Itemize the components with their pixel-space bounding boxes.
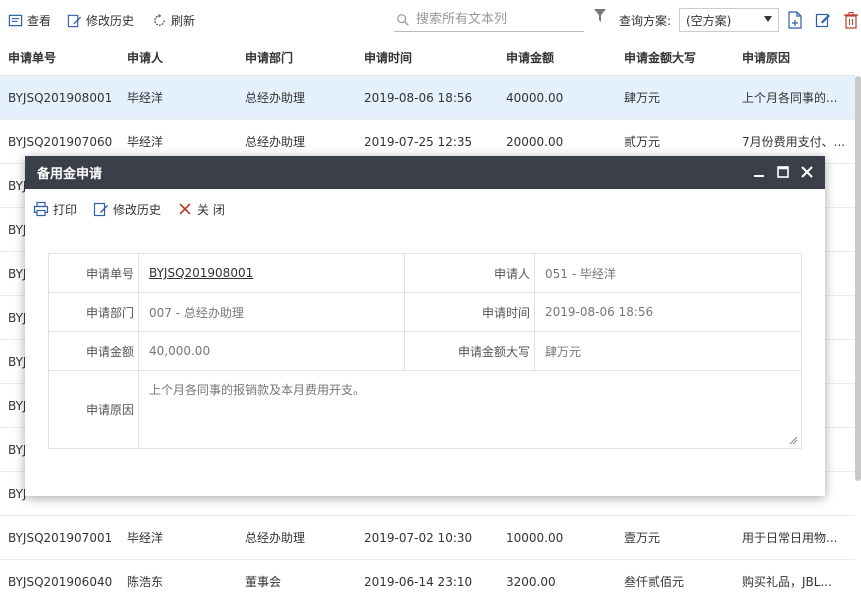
edit-icon[interactable] (815, 11, 831, 29)
delete-icon[interactable] (843, 11, 859, 29)
form-row: 申请金额 40,000.00 申请金额大写 肆万元 (49, 332, 801, 371)
print-button[interactable]: 打印 (33, 201, 77, 218)
table-cell: 叁仟贰佰元 (624, 575, 685, 589)
history-label: 修改历史 (86, 13, 135, 28)
search-input[interactable] (410, 12, 575, 27)
table-cell: 总经办助理 (245, 91, 306, 105)
applicant-value: 051 - 毕经洋 (545, 266, 616, 281)
edit-history-icon (93, 202, 109, 217)
filter-icon[interactable] (594, 9, 606, 23)
reason-value: 上个月各同事的报销款及本月费用开支。 (149, 383, 366, 397)
query-scheme-select[interactable]: (空方案) (679, 8, 779, 32)
form-row: 申请单号 BYJSQ201908001 申请人 051 - 毕经洋 (49, 254, 801, 293)
column-header[interactable]: 申请人 (119, 40, 237, 75)
dialog-history-label: 修改历史 (113, 202, 162, 217)
application-no-value[interactable]: BYJSQ201908001 (139, 254, 405, 292)
table-cell: 10000.00 (506, 530, 564, 545)
main-toolbar: 查看 修改历史 刷新 查询方案: (空方案) (0, 0, 861, 40)
table-cell: 肆万元 (624, 91, 661, 105)
column-header[interactable]: 申请部门 (237, 40, 356, 75)
dialog-title-bar: 备用金申请 (25, 156, 825, 189)
table-cell: 2019-08-06 18:56 (364, 90, 473, 105)
table-cell: 上个月各同事的... (742, 91, 838, 105)
grid-scrollbar[interactable] (855, 76, 861, 481)
dialog-close-label: 关 闭 (197, 202, 225, 217)
column-header[interactable]: 申请金额 (498, 40, 616, 75)
reason-textarea[interactable]: 上个月各同事的报销款及本月费用开支。 (139, 371, 801, 448)
print-label: 打印 (53, 202, 78, 217)
query-scheme-value: (空方案) (686, 13, 732, 28)
refresh-label: 刷新 (171, 13, 196, 28)
query-scheme-label: 查询方案: (619, 14, 672, 28)
resize-grip-icon[interactable] (789, 436, 798, 445)
table-cell: 2019-07-02 10:30 (364, 530, 473, 545)
amount-in-words-value: 肆万元 (545, 344, 582, 359)
form-row: 申请部门 007 - 总经办助理 申请时间 2019-08-06 18:56 (49, 293, 801, 332)
search-icon (397, 13, 409, 26)
applicant-label: 申请人 (405, 254, 535, 292)
table-cell: 3200.00 (506, 574, 556, 589)
petty-cash-dialog: 备用金申请 打印 修改历史 关 闭 申请单号 BYJSQ201908001 申请… (25, 156, 825, 496)
dialog-close-button[interactable]: 关 闭 (177, 201, 225, 218)
close-x-icon (179, 203, 191, 215)
dialog-title: 备用金申请 (37, 167, 103, 182)
column-header[interactable]: 申请单号 (0, 40, 119, 75)
application-time-value: 2019-08-06 18:56 (545, 305, 654, 319)
printer-icon (33, 201, 49, 217)
amount-in-words-label: 申请金额大写 (405, 332, 535, 370)
search-box (394, 8, 584, 32)
table-cell: 2019-06-14 23:10 (364, 574, 473, 589)
view-button[interactable]: 查看 (8, 10, 51, 30)
table-cell: BYJSQ201906040 (8, 574, 113, 589)
table-cell: 毕经洋 (127, 531, 164, 545)
refresh-icon (154, 13, 165, 26)
dropdown-arrow-icon (764, 16, 772, 22)
table-cell: 毕经洋 (127, 91, 164, 105)
dialog-toolbar: 打印 修改历史 关 闭 (25, 189, 825, 229)
table-cell: 董事会 (245, 575, 282, 589)
column-header[interactable]: 申请时间 (356, 40, 498, 75)
edit-history-icon (67, 14, 82, 27)
grid-header: 申请单号 申请人 申请部门 申请时间 申请金额 申请金额大写 申请原因 (0, 40, 855, 76)
dialog-history-button[interactable]: 修改历史 (93, 201, 161, 218)
reason-label: 申请原因 (49, 371, 139, 448)
close-icon[interactable] (800, 164, 814, 180)
department-label: 申请部门 (49, 293, 139, 331)
application-time-label: 申请时间 (405, 293, 535, 331)
table-cell: BYJSQ201907001 (8, 530, 113, 545)
history-button[interactable]: 修改历史 (67, 10, 134, 30)
maximize-icon[interactable] (776, 164, 790, 180)
amount-label: 申请金额 (49, 332, 139, 370)
amount-value: 40,000.00 (139, 332, 405, 370)
table-cell: 40000.00 (506, 90, 564, 105)
table-cell: 陈浩东 (127, 575, 164, 589)
table-row[interactable]: BYJSQ201906040 陈浩东 董事会 2019-06-14 23:10 3200… (0, 560, 855, 594)
table-cell: 购买礼品，JBL... (742, 575, 832, 589)
form-row: 申请原因 上个月各同事的报销款及本月费用开支。 (49, 371, 801, 448)
view-label: 查看 (27, 13, 52, 28)
table-cell: 壹万元 (624, 531, 661, 545)
column-header[interactable]: 申请原因 (734, 40, 855, 75)
view-icon (8, 14, 23, 26)
department-value: 007 - 总经办助理 (139, 293, 405, 331)
table-row[interactable]: BYJSQ201908001 毕经洋 总经办助理 2019-08-06 18:56 40… (0, 76, 855, 120)
table-cell: BYJSQ201908001 (8, 90, 113, 105)
column-header[interactable]: 申请金额大写 (616, 40, 734, 75)
application-no-label: 申请单号 (49, 254, 139, 292)
application-form: 申请单号 BYJSQ201908001 申请人 051 - 毕经洋 申请部门 0… (48, 253, 802, 449)
table-cell: 用于日常日用物... (742, 531, 838, 545)
table-cell: 总经办助理 (245, 531, 306, 545)
minimize-icon[interactable] (752, 164, 766, 180)
refresh-button[interactable]: 刷新 (152, 10, 195, 30)
table-row[interactable]: BYJSQ201907001 毕经洋 总经办助理 2019-07-02 10:30 10… (0, 516, 855, 560)
new-document-icon[interactable] (787, 11, 803, 29)
